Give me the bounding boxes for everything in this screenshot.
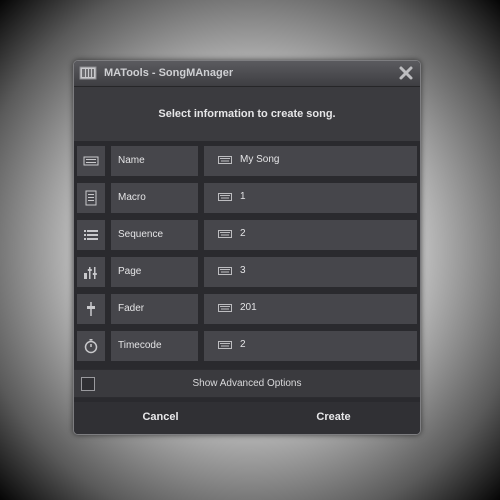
keyboard-icon [218,341,232,349]
sequence-list-icon [77,220,105,250]
field-label-name: Name [111,146,198,176]
page-value: 3 [240,265,246,276]
fader-input[interactable]: 201 [204,294,417,324]
song-manager-dialog: MATools - SongMAnager Select information… [73,60,421,435]
fader-value: 201 [240,302,257,313]
field-row-page: Page 3 [74,257,420,287]
field-row-timecode: Timecode 2 [74,331,420,361]
title-bar[interactable]: MATools - SongMAnager [74,61,420,87]
label-text: Fader [118,303,145,314]
keyboard-icon [218,156,232,164]
sequence-input[interactable]: 2 [204,220,417,250]
field-label-timecode: Timecode [111,331,198,361]
label-text: Page [118,266,142,277]
window-title: MATools - SongMAnager [104,67,234,79]
dialog-header: Select information to create song. [74,87,420,141]
field-row-name: Name My Song [74,146,420,176]
macro-icon [77,183,105,213]
field-row-sequence: Sequence 2 [74,220,420,250]
label-text: Timecode [118,340,162,351]
create-button[interactable]: Create [247,402,420,434]
advanced-options-label: Show Advanced Options [192,378,302,389]
macro-value: 1 [240,191,246,202]
field-label-macro: Macro [111,183,198,213]
page-faders-icon [77,257,105,287]
name-value: My Song [240,154,280,165]
keyboard-icon [218,304,232,312]
cancel-button[interactable]: Cancel [74,402,247,434]
name-input[interactable]: My Song [204,146,417,176]
button-bar: Cancel Create [74,402,420,434]
macro-input[interactable]: 1 [204,183,417,213]
field-label-page: Page [111,257,198,287]
name-tag-icon [77,146,105,176]
field-row-fader: Fader 201 [74,294,420,324]
label-text: Sequence [118,229,164,240]
field-label-fader: Fader [111,294,198,324]
timecode-input[interactable]: 2 [204,331,417,361]
field-label-sequence: Sequence [111,220,198,250]
fader-icon [77,294,105,324]
header-text: Select information to create song. [158,108,336,120]
label-text: Name [118,155,145,166]
ma-console-icon [79,65,97,81]
keyboard-icon [218,267,232,275]
advanced-options-toggle[interactable]: Show Advanced Options [74,369,420,398]
keyboard-icon [218,193,232,201]
close-icon[interactable] [398,65,414,81]
field-row-macro: Macro 1 [74,183,420,213]
sequence-value: 2 [240,228,246,239]
page-input[interactable]: 3 [204,257,417,287]
stopwatch-icon [77,331,105,361]
label-text: Macro [118,192,146,203]
keyboard-icon [218,230,232,238]
timecode-value: 2 [240,339,246,350]
